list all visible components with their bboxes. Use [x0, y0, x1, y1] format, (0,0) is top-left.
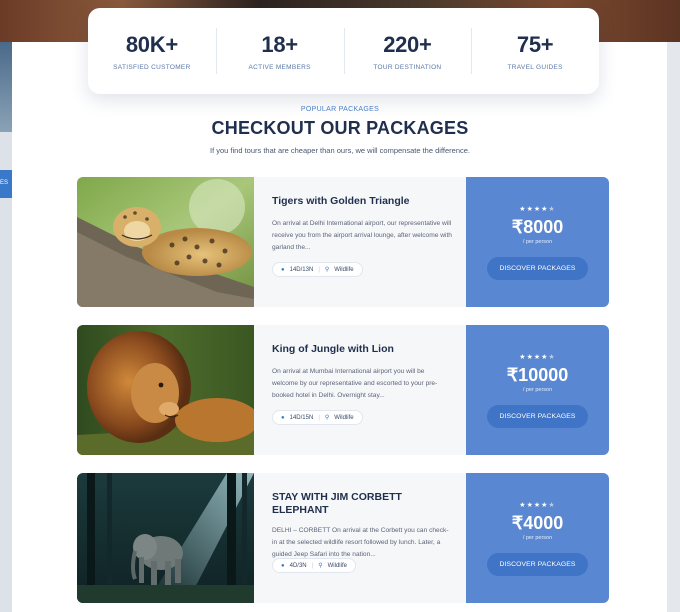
stat-value: 18+: [261, 31, 298, 57]
section-subtitle: If you find tours that are cheaper than …: [209, 146, 470, 155]
package-card[interactable]: King of Jungle with Lion On arrival at M…: [77, 325, 609, 455]
discover-packages-button[interactable]: DISCOVER PACKAGES: [486, 553, 589, 576]
location-pin-icon: ⚲: [324, 267, 330, 273]
package-meta: ● 14D/15N | ⚲ Wildlife: [272, 410, 363, 425]
package-description: DELHI – CORBETT On arrival at the Corbet…: [272, 527, 449, 558]
package-duration: 14D/15N: [289, 414, 314, 421]
package-description: On arrival at Delhi International airpor…: [272, 220, 452, 251]
stat-label: ACTIVE MEMBERS: [248, 63, 311, 71]
section-title: CHECKOUT OUR PACKAGES: [211, 118, 469, 138]
package-price: ₹8000: [511, 217, 564, 237]
divider: |: [311, 562, 314, 569]
background-badge: ES: [0, 170, 12, 198]
price-unit: / per person: [522, 535, 553, 541]
stat-value: 220+: [383, 31, 432, 57]
divider: |: [318, 266, 320, 273]
section-eyebrow: POPULAR PACKAGES: [300, 106, 380, 113]
discover-packages-button[interactable]: DISCOVER PACKAGES: [486, 405, 589, 428]
stat-label: TOUR DESTINATION: [373, 63, 442, 71]
stats-card: 80K+ SATISFIED CUSTOMER 18+ ACTIVE MEMBE…: [88, 8, 599, 94]
stat-label: SATISFIED CUSTOMER: [113, 63, 191, 71]
package-image-lion[interactable]: [77, 325, 254, 455]
rating-stars: ★★★★★: [466, 501, 609, 509]
package-price-panel: ★★★★★ ₹10000 / per person DISCOVER PACKA…: [466, 325, 609, 455]
star-empty-icon: ★: [548, 354, 556, 361]
stat-value: 80K+: [125, 31, 178, 57]
stat-active-members: 18+ ACTIVE MEMBERS: [215, 27, 344, 74]
star-empty-icon: ★: [548, 206, 556, 213]
star-icons: ★★★★: [519, 502, 549, 509]
package-price-panel: ★★★★★ ₹8000 / per person DISCOVER PACKAG…: [466, 177, 609, 307]
location-pin-icon: ⚲: [318, 563, 323, 569]
package-meta: ● 14D/13N | ⚲ Wildlife: [272, 262, 363, 277]
star-empty-icon: ★: [548, 502, 556, 509]
package-price-panel: ★★★★★ ₹4000 / per person DISCOVER PACKAG…: [466, 473, 609, 603]
package-category: Wildlife: [334, 266, 354, 273]
package-title[interactable]: STAY WITH JIM CORBETT ELEPHANT: [272, 491, 452, 517]
stat-travel-guides: 75+ TRAVEL GUIDES: [471, 27, 599, 74]
price-unit: / per person: [522, 387, 553, 393]
package-title[interactable]: King of Jungle with Lion: [272, 343, 452, 356]
stat-satisfied-customer: 80K+ SATISFIED CUSTOMER: [88, 32, 216, 71]
stat-tour-destination: 220+ TOUR DESTINATION: [343, 27, 472, 74]
package-details: Tigers with Golden Triangle On arrival a…: [254, 177, 466, 307]
price-unit: / per person: [522, 239, 553, 245]
location-pin-icon: ⚲: [324, 415, 330, 421]
star-icons: ★★★★: [519, 354, 549, 361]
package-duration: 4D/3N: [289, 562, 307, 569]
star-icons: ★★★★: [519, 206, 549, 213]
rating-stars: ★★★★★: [466, 353, 609, 361]
package-details: STAY WITH JIM CORBETT ELEPHANT DELHI – C…: [254, 473, 466, 603]
package-card[interactable]: STAY WITH JIM CORBETT ELEPHANT DELHI – C…: [77, 473, 609, 603]
clock-icon: ●: [281, 562, 285, 569]
package-title[interactable]: Tigers with Golden Triangle: [272, 195, 452, 208]
package-image-elephant[interactable]: [77, 473, 254, 603]
package-meta: ● 4D/3N | ⚲ Wildlife: [272, 558, 356, 573]
clock-icon: ●: [281, 414, 285, 421]
package-card[interactable]: Tigers with Golden Triangle On arrival a…: [77, 177, 609, 307]
package-price: ₹10000: [506, 365, 569, 385]
package-image-leopard[interactable]: [77, 177, 254, 307]
package-category: Wildlife: [327, 562, 347, 569]
package-category: Wildlife: [334, 414, 354, 421]
clock-icon: ●: [281, 266, 285, 273]
discover-packages-button[interactable]: DISCOVER PACKAGES: [486, 257, 589, 280]
package-price: ₹4000: [511, 513, 564, 533]
package-details: King of Jungle with Lion On arrival at M…: [254, 325, 466, 455]
divider: |: [318, 414, 320, 421]
stat-label: TRAVEL GUIDES: [507, 63, 563, 71]
stat-value: 75+: [516, 31, 554, 57]
rating-stars: ★★★★★: [466, 205, 609, 213]
package-duration: 14D/13N: [289, 266, 314, 273]
package-description: On arrival at Mumbai International airpo…: [272, 368, 438, 399]
